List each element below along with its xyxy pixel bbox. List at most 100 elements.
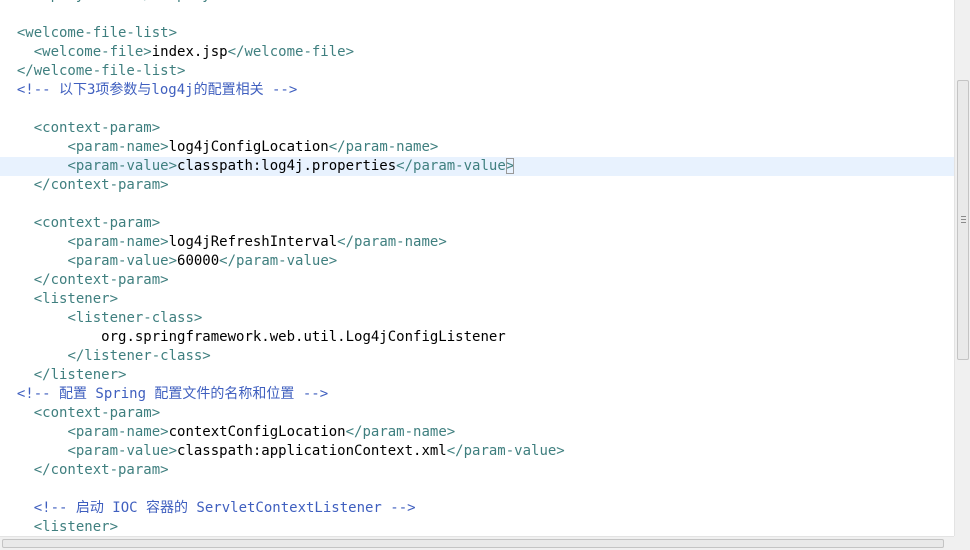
scrollbar-grip-icon [961,216,966,223]
code-line[interactable]: <param-value>60000</param-value> [0,252,954,271]
xml-tag: <param-value> [67,443,178,459]
xml-tag: </listener-class> [67,348,211,364]
xml-tag: <welcome-file-list> [16,25,178,41]
horizontal-scrollbar[interactable] [0,536,954,550]
xml-tag: <param-name> [67,424,169,440]
code-line[interactable]: <listener> [0,518,954,536]
horizontal-scrollbar-thumb[interactable] [2,539,944,548]
xml-tag: <listener-class> [67,310,203,326]
code-text: index.jsp [151,44,228,60]
xml-comment: <!-- 以下3项参数与log4j的配置相关 --> [16,82,298,98]
xml-tag: </param-name> [337,234,447,250]
code-line[interactable] [0,195,954,214]
code-line[interactable]: <!-- 启动 IOC 容器的 ServletContextListener -… [0,499,954,518]
code-line[interactable]: <!-- 配置 Spring 配置文件的名称和位置 --> [0,385,954,404]
code-text: org.springframework.web.util.Log4jConfig… [101,329,506,345]
xml-comment: <!-- 配置 Spring 配置文件的名称和位置 --> [16,386,329,402]
code-line[interactable]: <listener-class> [0,309,954,328]
xml-tag: <param-value> [67,158,178,174]
xml-tag: </welcome-file> [227,44,355,60]
code-line[interactable]: <!-- 以下3项参数与log4j的配置相关 --> [0,81,954,100]
code-line[interactable]: <welcome-file-list> [0,24,954,43]
code-line[interactable]: </welcome-file-list> [0,62,954,81]
code-line[interactable] [0,480,954,499]
code-line[interactable]: <param-name>log4jConfigLocation</param-n… [0,138,954,157]
xml-comment: <!-- 启动 IOC 容器的 ServletContextListener -… [33,500,416,516]
code-text: 60000 [177,253,220,269]
xml-tag: <context-param> [33,215,161,231]
vertical-scrollbar[interactable] [954,0,970,536]
vertical-scrollbar-thumb[interactable] [957,80,969,360]
xml-tag: <listener> [33,291,119,307]
xml-tag: <listener> [33,519,119,535]
current-code-line[interactable]: <param-value>classpath:log4j.properties<… [0,157,954,176]
code-line[interactable]: <param-value>classpath:applicationContex… [0,442,954,461]
xml-tag: <param-name> [67,139,169,155]
code-line[interactable]: </context-param> [0,271,954,290]
xml-tag: <context-param> [33,405,161,421]
code-text: log4jRefreshInterval [168,234,338,250]
xml-tag: </param-name> [328,139,439,155]
code-line[interactable]: <param-name>contextConfigLocation</param… [0,423,954,442]
xml-tag: <display-name></display-name> [17,0,261,3]
code-line[interactable]: </listener> [0,366,954,385]
xml-tag: </context-param> [33,272,169,288]
code-line[interactable] [0,5,954,24]
code-line[interactable]: <listener> [0,290,954,309]
code-line[interactable]: <welcome-file>index.jsp</welcome-file> [0,43,954,62]
code-text: log4jConfigLocation [168,139,329,155]
xml-editor[interactable]: <display-name></display-name> <welcome-f… [0,0,954,536]
code-line[interactable] [0,100,954,119]
xml-tag: </param-value> [446,443,565,459]
code-text: contextConfigLocation [168,424,346,440]
code-line[interactable]: <context-param> [0,119,954,138]
xml-tag: </param-value [396,158,506,174]
code-line[interactable]: <context-param> [0,404,954,423]
code-line[interactable]: org.springframework.web.util.Log4jConfig… [0,328,954,347]
xml-tag: </param-name> [345,424,456,440]
xml-tag: </welcome-file-list> [16,63,186,79]
code-text: classpath:applicationContext.xml [177,443,447,459]
bracket-match-highlight: > [505,158,515,174]
xml-tag: </context-param> [33,462,169,478]
xml-tag: </listener> [33,367,127,383]
code-text: classpath:log4j.properties [177,158,397,174]
code-line[interactable]: </listener-class> [0,347,954,366]
xml-tag: <param-name> [67,234,169,250]
code-line[interactable]: <context-param> [0,214,954,233]
xml-tag: <welcome-file> [33,44,152,60]
xml-tag: </context-param> [33,177,169,193]
scrollbar-corner [954,536,970,550]
xml-tag: </param-value> [219,253,338,269]
code-line[interactable]: <param-name>log4jRefreshInterval</param-… [0,233,954,252]
code-line[interactable]: </context-param> [0,176,954,195]
xml-tag: <context-param> [33,120,161,136]
xml-tag: <param-value> [67,253,178,269]
code-line[interactable]: </context-param> [0,461,954,480]
